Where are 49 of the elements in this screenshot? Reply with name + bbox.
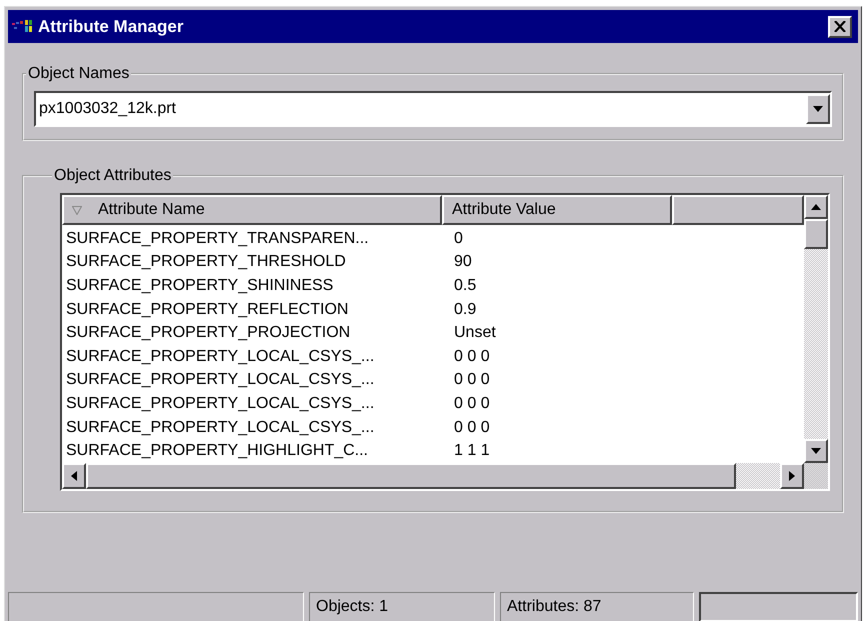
table-cell-text: 0 0 0 xyxy=(453,348,490,366)
table-cell-text: 0 xyxy=(453,230,463,248)
table-cell-text: SURFACE_PROPERTY_REFLECTION xyxy=(65,300,350,319)
column-label: Attribute Value xyxy=(452,201,556,219)
column-header[interactable]: Attribute Value xyxy=(442,195,672,225)
column-header[interactable]: Attribute Name xyxy=(62,195,442,225)
table-cell-text: 0 0 0 xyxy=(453,418,490,437)
scroll-up-button[interactable] xyxy=(804,195,828,219)
app-icon xyxy=(12,18,34,34)
size-grip xyxy=(804,462,828,489)
scroll-thumb[interactable] xyxy=(86,462,736,489)
table-cell-text: SURFACE_PROPERTY_HIGHLIGHT_C... xyxy=(65,442,369,460)
table-cell-text: 1 1 1 xyxy=(453,442,490,460)
scroll-thumb[interactable] xyxy=(804,219,828,249)
table-cell-text: 0.9 xyxy=(453,300,476,319)
table-cell-text: 90 xyxy=(453,253,472,272)
table-cell-text: SURFACE_PROPERTY_TRANSPAREN... xyxy=(65,230,370,248)
table-cell-text: SURFACE_PROPERTY_LOCAL_CSYS_... xyxy=(65,418,376,437)
table-cell-text: SURFACE_PROPERTY_PROJECTION xyxy=(65,324,352,342)
status-attributes: Attributes: 87 xyxy=(500,592,694,621)
vertical-scrollbar[interactable] xyxy=(804,195,828,463)
group-label: Object Names xyxy=(27,65,130,83)
table-cell-text: SURFACE_PROPERTY_LOCAL_CSYS_... xyxy=(65,348,376,366)
table-cell-text: SURFACE_PROPERTY_THRESHOLD xyxy=(65,253,347,272)
status-objects: Objects: 1 xyxy=(309,592,495,621)
object-names-dropdown[interactable]: px1003032_12k.prt xyxy=(34,91,832,127)
down-arrow-icon xyxy=(811,448,821,454)
left-arrow-icon xyxy=(71,470,77,481)
close-icon xyxy=(834,21,846,32)
scroll-down-button[interactable] xyxy=(804,438,828,463)
table-cell-text: SURFACE_PROPERTY_SHININESS xyxy=(65,276,334,295)
column-label: Attribute Name xyxy=(98,201,205,219)
close-button[interactable] xyxy=(828,16,852,38)
window-title: Attribute Manager xyxy=(38,16,184,36)
scroll-left-button[interactable] xyxy=(62,462,86,489)
table-cell-text: SURFACE_PROPERTY_LOCAL_CSYS_... xyxy=(65,371,376,390)
table-cell-text: SURFACE_PROPERTY_LOCAL_CSYS_... xyxy=(65,394,376,413)
caret-icon xyxy=(813,106,823,112)
horizontal-scrollbar[interactable] xyxy=(62,462,828,489)
table-cell-text: Unset xyxy=(453,324,496,342)
up-arrow-icon xyxy=(811,204,821,210)
table-cell-text: 0 0 0 xyxy=(453,371,490,390)
group-label: Object Attributes xyxy=(53,167,172,185)
right-arrow-icon xyxy=(789,470,795,481)
table-cell-text: 0.5 xyxy=(453,276,476,295)
table-cell-text: 0 0 0 xyxy=(453,394,490,413)
scroll-right-button[interactable] xyxy=(780,462,804,489)
dropdown-value: px1003032_12k.prt xyxy=(38,100,177,118)
dropdown-button[interactable] xyxy=(806,94,830,124)
